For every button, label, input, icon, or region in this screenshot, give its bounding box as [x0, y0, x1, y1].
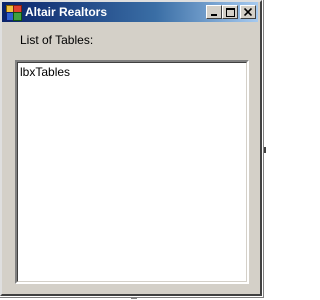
maximize-button[interactable]: [222, 5, 238, 19]
listbox-inner-border: [17, 62, 247, 282]
close-button[interactable]: [240, 5, 256, 19]
maximize-icon: [225, 7, 235, 17]
list-item[interactable]: lbxTables: [20, 65, 70, 79]
tables-listbox[interactable]: lbxTables: [15, 60, 249, 284]
app-icon[interactable]: [5, 4, 22, 21]
minimize-icon: [211, 14, 217, 16]
resize-edge-marker: [264, 147, 266, 153]
minimize-button[interactable]: [206, 5, 222, 19]
tables-label: List of Tables:: [20, 33, 94, 47]
icon-square-4: [13, 12, 22, 21]
title-bar[interactable]: Altair Realtors: [2, 2, 258, 22]
close-icon: [244, 8, 252, 16]
window-title: Altair Realtors: [25, 5, 108, 19]
resize-bottom-marker: [131, 297, 137, 299]
